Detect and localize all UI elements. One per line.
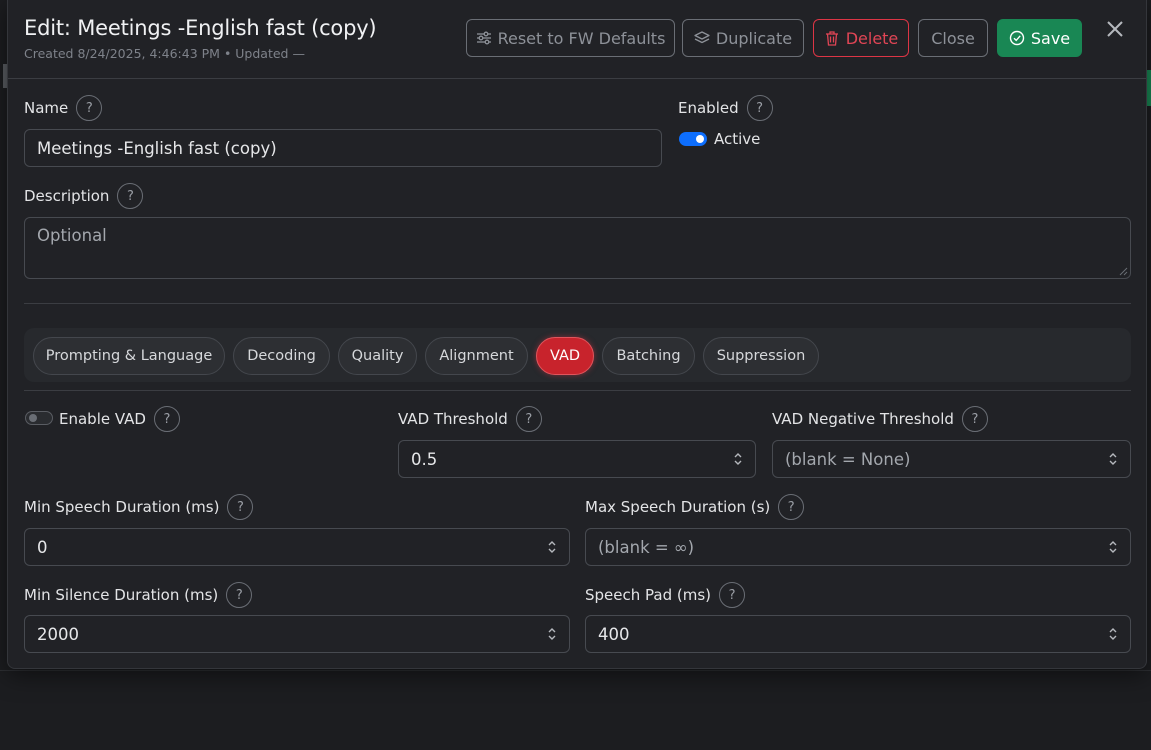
vad-negative-threshold-placeholder: (blank = None) [785,449,911,469]
tab-label: VAD [549,348,581,364]
close-icon[interactable] [1104,18,1126,40]
tabs-divider [24,390,1131,391]
vad-threshold-label: VAD Threshold ? [398,406,542,432]
reset-defaults-button[interactable]: Reset to FW Defaults [466,19,675,57]
spinner-arrows-icon[interactable] [547,539,557,555]
section-divider [24,303,1131,304]
sliders-icon [476,31,491,45]
vad-negative-threshold-label-text: VAD Negative Threshold [772,410,954,428]
description-label-text: Description [24,187,110,205]
enable-vad-label-text: Enable VAD [59,410,146,428]
tab-quality[interactable]: Quality [338,337,417,375]
tab-label: Quality [351,348,404,364]
save-button[interactable]: Save [997,19,1082,57]
vad-threshold-label-text: VAD Threshold [398,410,508,428]
enabled-state-text: Active [714,130,761,148]
help-icon[interactable]: ? [515,406,542,432]
spinner-arrows-icon[interactable] [1108,451,1118,467]
delete-label: Delete [845,28,899,48]
spinner-arrows-icon[interactable] [733,451,743,467]
help-icon[interactable]: ? [153,406,180,432]
save-label: Save [1030,28,1071,48]
tab-label: Suppression [716,348,806,364]
spinner-arrows-icon[interactable] [1108,539,1118,555]
description-textarea[interactable]: Optional [24,217,1131,279]
description-label: Description ? [24,183,144,209]
name-label-text: Name [24,99,69,117]
background-divider [0,670,1151,671]
speech-pad-value: 400 [598,624,630,644]
enable-vad-label: Enable VAD ? [59,406,180,432]
speech-pad-label: Speech Pad (ms) ? [585,582,746,608]
speech-pad-label-text: Speech Pad (ms) [585,586,712,604]
max-speech-duration-placeholder: (blank = ∞) [598,537,695,557]
min-speech-duration-value: 0 [37,537,48,557]
enabled-label-text: Enabled [678,99,739,117]
tab-label: Alignment [439,348,514,364]
min-silence-duration-input[interactable]: 2000 [24,615,570,653]
tab-prompting-language[interactable]: Prompting & Language [33,337,225,375]
tab-batching[interactable]: Batching [602,337,695,375]
tab-decoding[interactable]: Decoding [233,337,330,375]
help-icon[interactable]: ? [117,183,144,209]
help-icon[interactable]: ? [76,95,103,121]
tab-vad[interactable]: VAD [536,337,594,375]
tab-suppression[interactable]: Suppression [703,337,819,375]
vad-threshold-value: 0.5 [411,449,438,469]
min-silence-duration-label-text: Min Silence Duration (ms) [24,586,219,604]
help-icon[interactable]: ? [961,406,988,432]
tab-label: Batching [616,348,681,364]
duplicate-label: Duplicate [715,28,793,48]
help-icon[interactable]: ? [778,494,805,520]
tab-label: Prompting & Language [45,348,213,364]
max-speech-duration-input[interactable]: (blank = ∞) [585,528,1131,566]
tab-alignment[interactable]: Alignment [425,337,528,375]
trash-icon [825,31,838,46]
enabled-toggle[interactable] [679,132,707,146]
min-silence-duration-label: Min Silence Duration (ms) ? [24,582,253,608]
help-icon[interactable]: ? [719,582,746,608]
min-speech-duration-label: Min Speech Duration (ms) ? [24,494,254,520]
spinner-arrows-icon[interactable] [1108,626,1118,642]
name-label: Name ? [24,95,103,121]
layers-icon [694,31,710,44]
vad-negative-threshold-input[interactable]: (blank = None) [772,440,1131,478]
max-speech-duration-label-text: Max Speech Duration (s) [585,498,771,516]
name-input-value: Meetings -English fast (copy) [37,138,277,158]
vad-negative-threshold-label: VAD Negative Threshold ? [772,406,988,432]
close-button[interactable]: Close [918,19,988,57]
tab-label: Decoding [247,348,316,364]
check-circle-icon [1009,30,1025,46]
reset-defaults-label: Reset to FW Defaults [497,28,666,48]
name-input[interactable]: Meetings -English fast (copy) [24,129,662,167]
enable-vad-toggle[interactable] [25,411,53,425]
max-speech-duration-label: Max Speech Duration (s) ? [585,494,805,520]
close-label: Close [931,28,975,48]
modal-title: Edit: Meetings -English fast (copy) [24,16,377,40]
min-speech-duration-label-text: Min Speech Duration (ms) [24,498,220,516]
edit-profile-modal: Edit: Meetings -English fast (copy) Crea… [7,0,1147,669]
help-icon[interactable]: ? [227,494,254,520]
modal-header: Edit: Meetings -English fast (copy) Crea… [8,0,1146,79]
delete-button[interactable]: Delete [813,19,909,57]
enabled-label: Enabled ? [678,95,773,121]
help-icon[interactable]: ? [226,582,253,608]
vad-threshold-input[interactable]: 0.5 [398,440,756,478]
modal-subtitle: Created 8/24/2025, 4:46:43 PM • Updated … [24,46,305,61]
description-placeholder: Optional [37,226,107,245]
duplicate-button[interactable]: Duplicate [682,19,804,57]
min-silence-duration-value: 2000 [37,624,79,644]
spinner-arrows-icon[interactable] [547,626,557,642]
help-icon[interactable]: ? [746,95,773,121]
min-speech-duration-input[interactable]: 0 [24,528,570,566]
speech-pad-input[interactable]: 400 [585,615,1131,653]
resize-grip-icon[interactable] [1118,266,1128,276]
